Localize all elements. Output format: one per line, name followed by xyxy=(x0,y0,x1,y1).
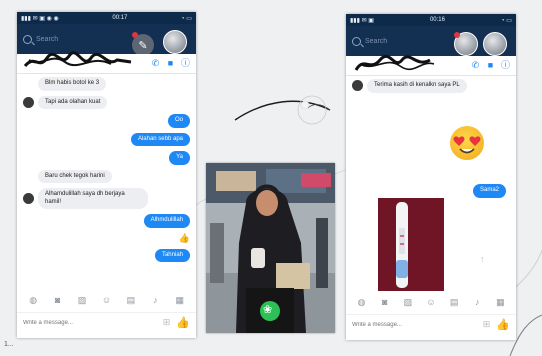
microphone-icon[interactable]: ♪ xyxy=(150,295,160,305)
notification-dot xyxy=(132,32,138,38)
right-phone-screenshot: ▮▮▮ ✉ ▣ 00:16 ◔ ▭ Search ✆ ■ ⓘ Terima ka… xyxy=(346,14,516,340)
corner-caption: 1... xyxy=(4,341,14,348)
like-button-icon[interactable]: 👍 xyxy=(176,316,190,329)
search-icon xyxy=(352,36,361,46)
message-input[interactable] xyxy=(23,319,157,326)
info-icon[interactable]: ⓘ xyxy=(501,61,510,70)
sender-avatar xyxy=(23,96,34,108)
status-bar: ▮▮▮ ✉ ▣ 00:16 ◔ ▭ xyxy=(346,14,516,26)
apps-icon[interactable]: ◍ xyxy=(357,297,367,307)
collage-background: ▮▮▮ ✉ ▣ ◉ ◉ 00:17 ◔ ▭ Search ✎ ✆ ■ ⓘ Blm… xyxy=(0,0,542,356)
pregnancy-test-photo xyxy=(378,198,444,291)
message-out: Tahniah xyxy=(154,248,190,262)
status-battery: ◔ ▭ xyxy=(501,17,512,24)
redacted-name-scribble xyxy=(354,54,435,71)
message-in: Baru chek tegok harini xyxy=(38,169,112,183)
phone-call-icon[interactable]: ✆ xyxy=(471,61,480,70)
composer: ⊞ 👍 xyxy=(17,312,196,332)
status-battery: ◔ ▭ xyxy=(181,15,192,22)
camera-roll-icon[interactable]: ⊞ xyxy=(483,319,491,330)
gif-icon[interactable]: ▤ xyxy=(126,295,136,305)
sender-avatar xyxy=(352,80,363,92)
chat-header: ✆ ■ ⓘ xyxy=(346,54,516,76)
bag-logo-icon: ❀ xyxy=(263,304,273,316)
sticker-icon[interactable]: ▦ xyxy=(495,297,505,307)
message-out: Ya xyxy=(169,151,190,165)
like-thumb-icon: 👍 xyxy=(178,232,190,243)
heart-eyes-emoji-icon xyxy=(450,126,484,160)
notification-dot xyxy=(454,32,460,38)
phone-call-icon[interactable]: ✆ xyxy=(151,59,160,68)
redacted-name-scribble xyxy=(23,51,132,68)
sender-avatar xyxy=(23,193,34,204)
status-time: 00:17 xyxy=(112,15,128,21)
center-photo: ❀ xyxy=(206,163,335,333)
microphone-icon[interactable]: ♪ xyxy=(472,297,482,307)
camera-icon[interactable]: ◙ xyxy=(380,297,390,307)
message-in: Blm habis botol ke 3 xyxy=(38,77,107,91)
message-list: Blm habis botol ke 3 Tapi ada olahan kua… xyxy=(17,74,196,270)
status-signal: ▮▮▮ ✉ ▣ ◉ ◉ xyxy=(21,15,59,22)
info-icon[interactable]: ⓘ xyxy=(181,59,190,68)
left-phone-screenshot: ▮▮▮ ✉ ▣ ◉ ◉ 00:17 ◔ ▭ Search ✎ ✆ ■ ⓘ Blm… xyxy=(17,12,196,338)
contact-avatar[interactable] xyxy=(483,32,507,56)
message-row: Sama2 xyxy=(472,178,506,198)
gallery-icon[interactable]: ▨ xyxy=(403,297,413,307)
video-call-icon[interactable]: ■ xyxy=(486,61,495,70)
contact-avatar[interactable] xyxy=(163,30,187,54)
camera-icon[interactable]: ◙ xyxy=(53,295,63,305)
status-time: 00:16 xyxy=(429,17,445,23)
emoji-icon[interactable]: ☺ xyxy=(426,297,436,307)
composer-toolbar: ◍ ◙ ▨ ☺ ▤ ♪ ▦ xyxy=(17,292,196,308)
message-in: Alhamdulillah saya dh berjaya hamil! xyxy=(38,188,148,209)
video-call-icon[interactable]: ■ xyxy=(166,59,175,68)
message-out: Sama2 xyxy=(472,184,506,198)
status-signal: ▮▮▮ ✉ ▣ xyxy=(350,17,374,24)
message-input[interactable] xyxy=(352,321,477,328)
message-in: Tapi ada olahan kuat xyxy=(38,95,108,109)
gallery-icon[interactable]: ▨ xyxy=(77,295,87,305)
emoji-icon[interactable]: ☺ xyxy=(101,295,111,305)
search-placeholder: Search xyxy=(365,37,388,45)
status-bar: ▮▮▮ ✉ ▣ ◉ ◉ 00:17 ◔ ▭ xyxy=(17,12,196,24)
message-list: Terima kasih di kenalkn saya PL xyxy=(346,76,516,101)
chat-header: ✆ ■ ⓘ xyxy=(17,51,196,74)
sticker-icon[interactable]: ▦ xyxy=(175,295,185,305)
apps-icon[interactable]: ◍ xyxy=(28,295,38,305)
message-out: Alhmdulillah xyxy=(143,214,190,228)
like-button-icon[interactable]: 👍 xyxy=(496,318,510,331)
scroll-up-arrow-icon[interactable]: ↑ xyxy=(480,254,485,264)
search-icon xyxy=(23,34,32,44)
search-placeholder: Search xyxy=(36,35,59,43)
message-out: Alahan sebb apa xyxy=(130,132,190,146)
gif-icon[interactable]: ▤ xyxy=(449,297,459,307)
message-in: Terima kasih di kenalkn saya PL xyxy=(367,79,467,93)
composer-toolbar: ◍ ◙ ▨ ☺ ▤ ♪ ▦ xyxy=(346,294,516,310)
composer: ⊞ 👍 xyxy=(346,314,516,334)
camera-roll-icon[interactable]: ⊞ xyxy=(163,317,171,328)
message-out: Oo xyxy=(167,114,190,128)
